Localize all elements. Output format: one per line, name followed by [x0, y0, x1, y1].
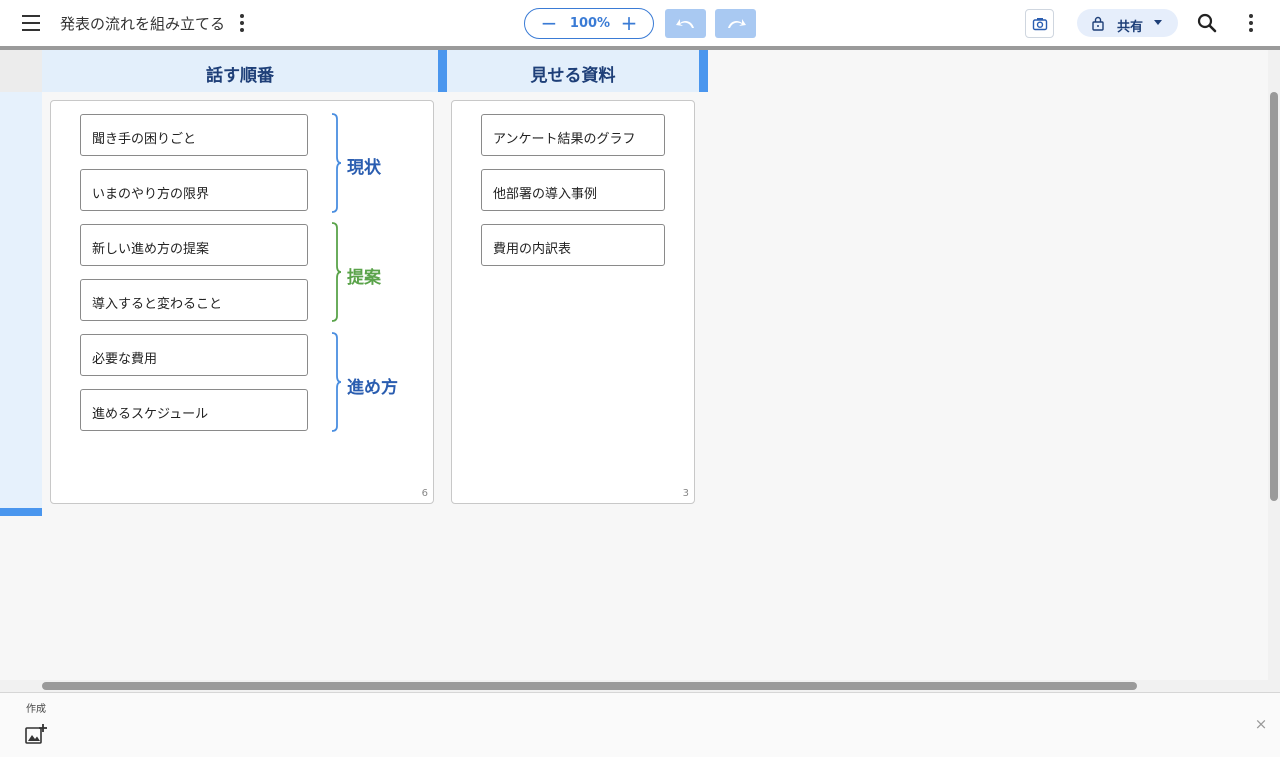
- menu-icon[interactable]: [18, 11, 46, 35]
- zoom-out-button[interactable]: −: [537, 12, 561, 36]
- card-panel-speaking-order[interactable]: 聞き手の困りごと いまのやり方の限界 新しい進め方の提案 導入すると変わること …: [50, 100, 434, 504]
- card[interactable]: 他部署の導入事例: [481, 169, 665, 211]
- group-brace-plan: [331, 332, 342, 432]
- vertical-scrollbar[interactable]: [1270, 92, 1278, 501]
- document-title[interactable]: 発表の流れを組み立てる: [60, 13, 225, 34]
- column-title: 話す順番: [206, 66, 274, 86]
- card[interactable]: 導入すると変わること: [80, 279, 308, 321]
- title-more-vert-icon[interactable]: [234, 11, 250, 35]
- share-button[interactable]: 共有: [1077, 9, 1178, 37]
- lock-icon: [1092, 16, 1104, 31]
- card[interactable]: 聞き手の困りごと: [80, 114, 308, 156]
- zoom-level: 100%: [569, 16, 611, 31]
- card[interactable]: 費用の内訳表: [481, 224, 665, 266]
- top-bar: 発表の流れを組み立てる − 100% + 共有: [0, 0, 1280, 46]
- camera-icon: [1032, 18, 1048, 31]
- card[interactable]: 新しい進め方の提案: [80, 224, 308, 266]
- tray-label: 作成: [26, 704, 46, 715]
- column-resize-handle[interactable]: [438, 50, 447, 92]
- group-label-proposal: 提案: [347, 268, 381, 288]
- group-brace-proposal: [331, 222, 342, 322]
- column-resize-handle[interactable]: [699, 50, 708, 92]
- card[interactable]: 進めるスケジュール: [80, 389, 308, 431]
- undo-button[interactable]: [665, 9, 706, 38]
- redo-button[interactable]: [715, 9, 756, 38]
- horizontal-scrollbar[interactable]: [42, 682, 1137, 690]
- column-title: 見せる資料: [530, 66, 616, 86]
- card-panel-materials[interactable]: アンケート結果のグラフ 他部署の導入事例 費用の内訳表 3: [451, 100, 695, 504]
- card[interactable]: 必要な費用: [80, 334, 308, 376]
- card[interactable]: いまのやり方の限界: [80, 169, 308, 211]
- group-brace-current: [331, 113, 342, 213]
- create-tray: 作成 ×: [0, 692, 1280, 757]
- add-image-icon[interactable]: [24, 723, 48, 747]
- card-count: 3: [682, 488, 689, 499]
- caret-down-icon: [1154, 20, 1162, 25]
- zoom-control: − 100% +: [524, 8, 654, 39]
- close-icon[interactable]: ×: [1253, 716, 1269, 732]
- board-canvas: 話す順番 見せる資料 聞き手の困りごと いまのやり方の限界 新しい進め方の提案 …: [0, 50, 1268, 680]
- undo-icon: [676, 19, 694, 28]
- card-count: 6: [421, 488, 428, 499]
- share-label: 共有: [1117, 20, 1144, 35]
- group-label-current: 現状: [347, 158, 381, 178]
- column-header-materials[interactable]: 見せる資料: [447, 50, 708, 92]
- card[interactable]: アンケート結果のグラフ: [481, 114, 665, 156]
- row-resize-handle[interactable]: [0, 508, 42, 516]
- search-icon[interactable]: [1196, 12, 1218, 34]
- zoom-in-button[interactable]: +: [617, 12, 641, 36]
- group-label-plan: 進め方: [347, 378, 398, 398]
- redo-icon: [728, 19, 746, 28]
- snapshot-button[interactable]: [1025, 9, 1054, 38]
- more-vert-icon[interactable]: [1243, 11, 1259, 35]
- column-header-speaking-order[interactable]: 話す順番: [42, 50, 447, 92]
- row-header[interactable]: [0, 92, 42, 508]
- corner-cell: [0, 50, 42, 92]
